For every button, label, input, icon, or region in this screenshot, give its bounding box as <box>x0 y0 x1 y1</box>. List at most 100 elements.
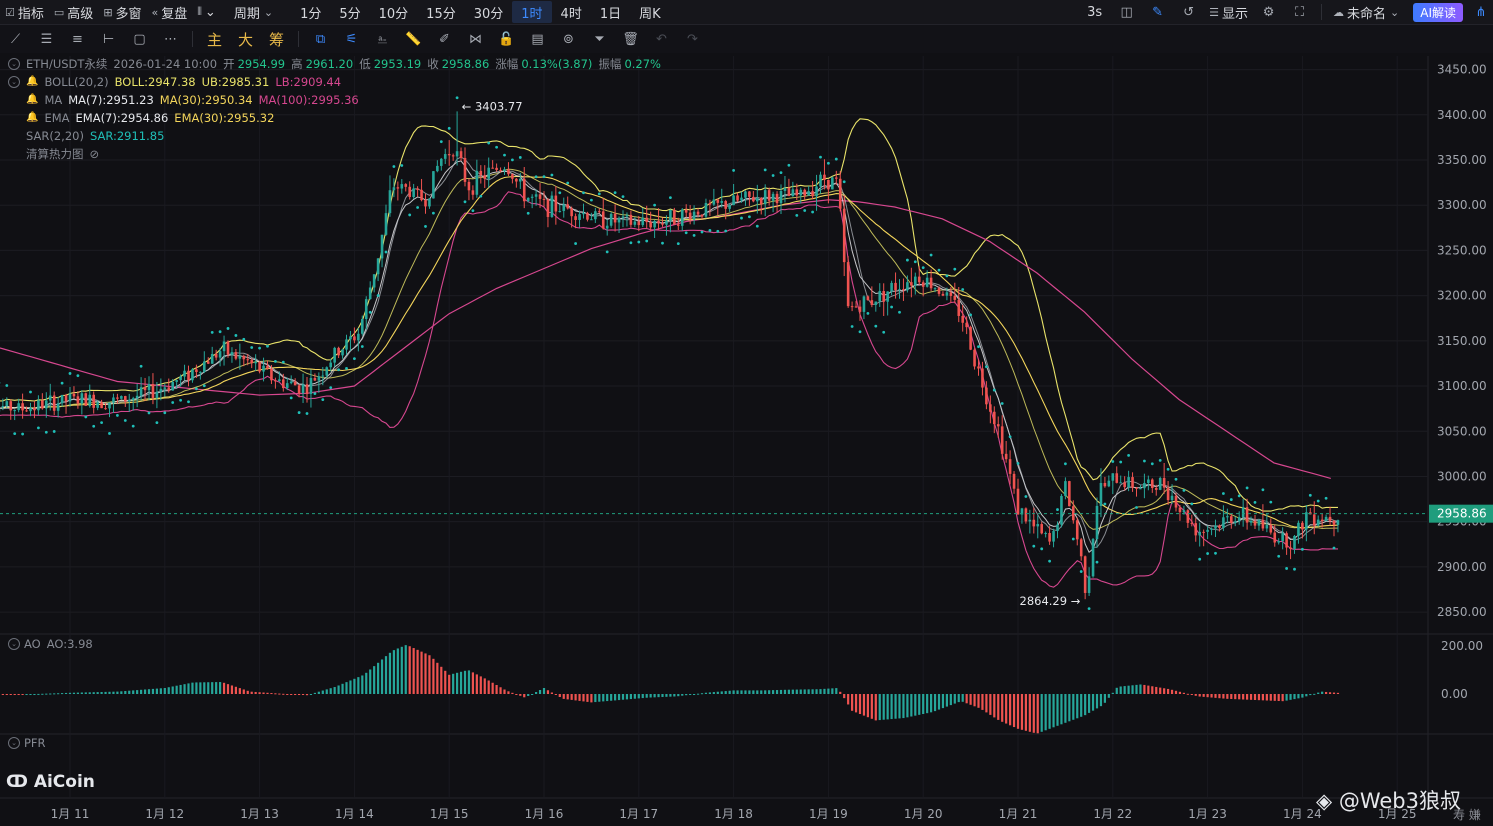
candle-body <box>278 379 281 382</box>
ao-bar <box>1 693 4 695</box>
ao-bar <box>744 690 747 694</box>
ao-bar <box>914 694 917 716</box>
ao-bar <box>949 694 952 706</box>
ao-bar <box>1328 692 1332 694</box>
ao-bar <box>815 689 818 694</box>
diamond-icon: ◈ <box>1316 789 1333 813</box>
candle-body <box>874 301 878 305</box>
candle-body <box>285 383 289 389</box>
candle-body <box>80 393 84 404</box>
candle-body <box>191 369 194 381</box>
ao-bar <box>985 694 988 713</box>
ao-bar <box>487 680 490 694</box>
ao-bar <box>1253 694 1257 700</box>
ao-bar <box>704 692 708 694</box>
ao-bar <box>436 662 439 694</box>
collapse-icon[interactable]: ⌄ <box>8 76 20 88</box>
ao-bar <box>1036 694 1039 734</box>
ao-bar <box>503 689 506 694</box>
ao-bar <box>377 662 380 694</box>
ao-bar <box>143 689 147 694</box>
candle-body <box>1237 517 1241 522</box>
chart-legend: ⌄ ETH/USDT永续 2026-01-24 10:00 开 2954.99 高 2… <box>8 55 673 163</box>
alert-icon[interactable]: 🔔 <box>26 109 38 127</box>
x-tick-label: 1月 12 <box>145 807 184 821</box>
ao-bar <box>969 694 972 705</box>
ao-bar <box>1068 694 1071 722</box>
ao-bar <box>894 694 897 719</box>
sar-dot <box>44 430 48 434</box>
candle-body <box>720 201 724 203</box>
ao-bar <box>1301 694 1304 698</box>
ao-bar <box>1139 684 1142 694</box>
alert-icon[interactable]: 🔔 <box>26 73 38 91</box>
ao-bar <box>515 694 518 695</box>
candle-body <box>732 195 735 206</box>
sar-dot <box>779 171 783 175</box>
sar-dot <box>771 174 775 177</box>
candle-body <box>637 221 641 226</box>
candle-body <box>1127 477 1130 488</box>
ao-bar <box>459 671 463 694</box>
ao-bar <box>1321 691 1324 694</box>
candle-body <box>104 408 107 410</box>
candle-body <box>289 381 293 384</box>
ao-bar <box>1257 694 1261 701</box>
ao-bar <box>602 694 605 702</box>
sar-dot <box>1103 502 1107 506</box>
candle-body <box>9 401 13 411</box>
ao-bar <box>574 694 577 701</box>
ao-bar <box>25 694 28 695</box>
sar-dot <box>297 411 301 414</box>
sar-dot <box>479 194 483 198</box>
sar-dot <box>131 424 135 428</box>
ao-bar <box>1238 694 1241 700</box>
sar-dot <box>597 192 601 196</box>
ohlc-label: 高 <box>291 57 303 71</box>
ao-bar <box>657 694 660 698</box>
candle-body <box>823 174 826 180</box>
ao-bar <box>1032 694 1035 733</box>
ao-bar <box>250 691 253 694</box>
ao-bar <box>1103 694 1106 703</box>
candle-body <box>226 341 230 355</box>
ohlc-label: 收 <box>427 57 439 71</box>
eye-off-icon[interactable]: ⊘ <box>90 145 100 163</box>
candle-body <box>673 209 676 225</box>
candle-body <box>467 181 471 191</box>
y-tick-label: 3150.00 <box>1437 334 1487 348</box>
candle-body <box>262 365 265 372</box>
sar-dot <box>811 210 814 214</box>
alert-icon[interactable]: 🔔 <box>26 91 38 109</box>
ao-bar <box>325 689 328 694</box>
ao-bar <box>388 652 392 694</box>
collapse-icon[interactable]: ⌄ <box>8 638 20 650</box>
ao-bar <box>120 691 123 694</box>
ao-bar <box>298 694 301 695</box>
candle-body <box>68 393 72 402</box>
candle-body <box>404 184 408 187</box>
collapse-icon[interactable]: ⌄ <box>8 58 20 70</box>
candle-body <box>1285 533 1288 548</box>
collapse-icon[interactable]: ⌄ <box>8 737 20 749</box>
ao-bar <box>546 690 550 694</box>
candle-body <box>985 387 988 405</box>
sar-dot <box>187 400 190 404</box>
candle-body <box>218 351 222 358</box>
sar-dot <box>1269 500 1273 504</box>
sar-dot <box>329 386 333 390</box>
ao-bar <box>1072 694 1075 720</box>
ao-bar <box>270 693 273 695</box>
candle-body <box>1214 525 1217 529</box>
candle-body <box>914 276 917 286</box>
ao-bar <box>309 694 313 695</box>
ao-bar <box>475 674 478 694</box>
last-price-label: 2958.86 <box>1437 507 1487 521</box>
ao-bar <box>1218 694 1221 699</box>
legend-ma-row: 🔔 MA MA(7):2951.23 MA(30):2950.34 MA(100… <box>8 91 673 109</box>
ao-bar <box>1285 694 1288 701</box>
ao-bar <box>945 694 948 707</box>
ao-bar <box>219 682 222 694</box>
sar-dot <box>621 195 625 199</box>
sar-dot <box>1308 493 1312 497</box>
